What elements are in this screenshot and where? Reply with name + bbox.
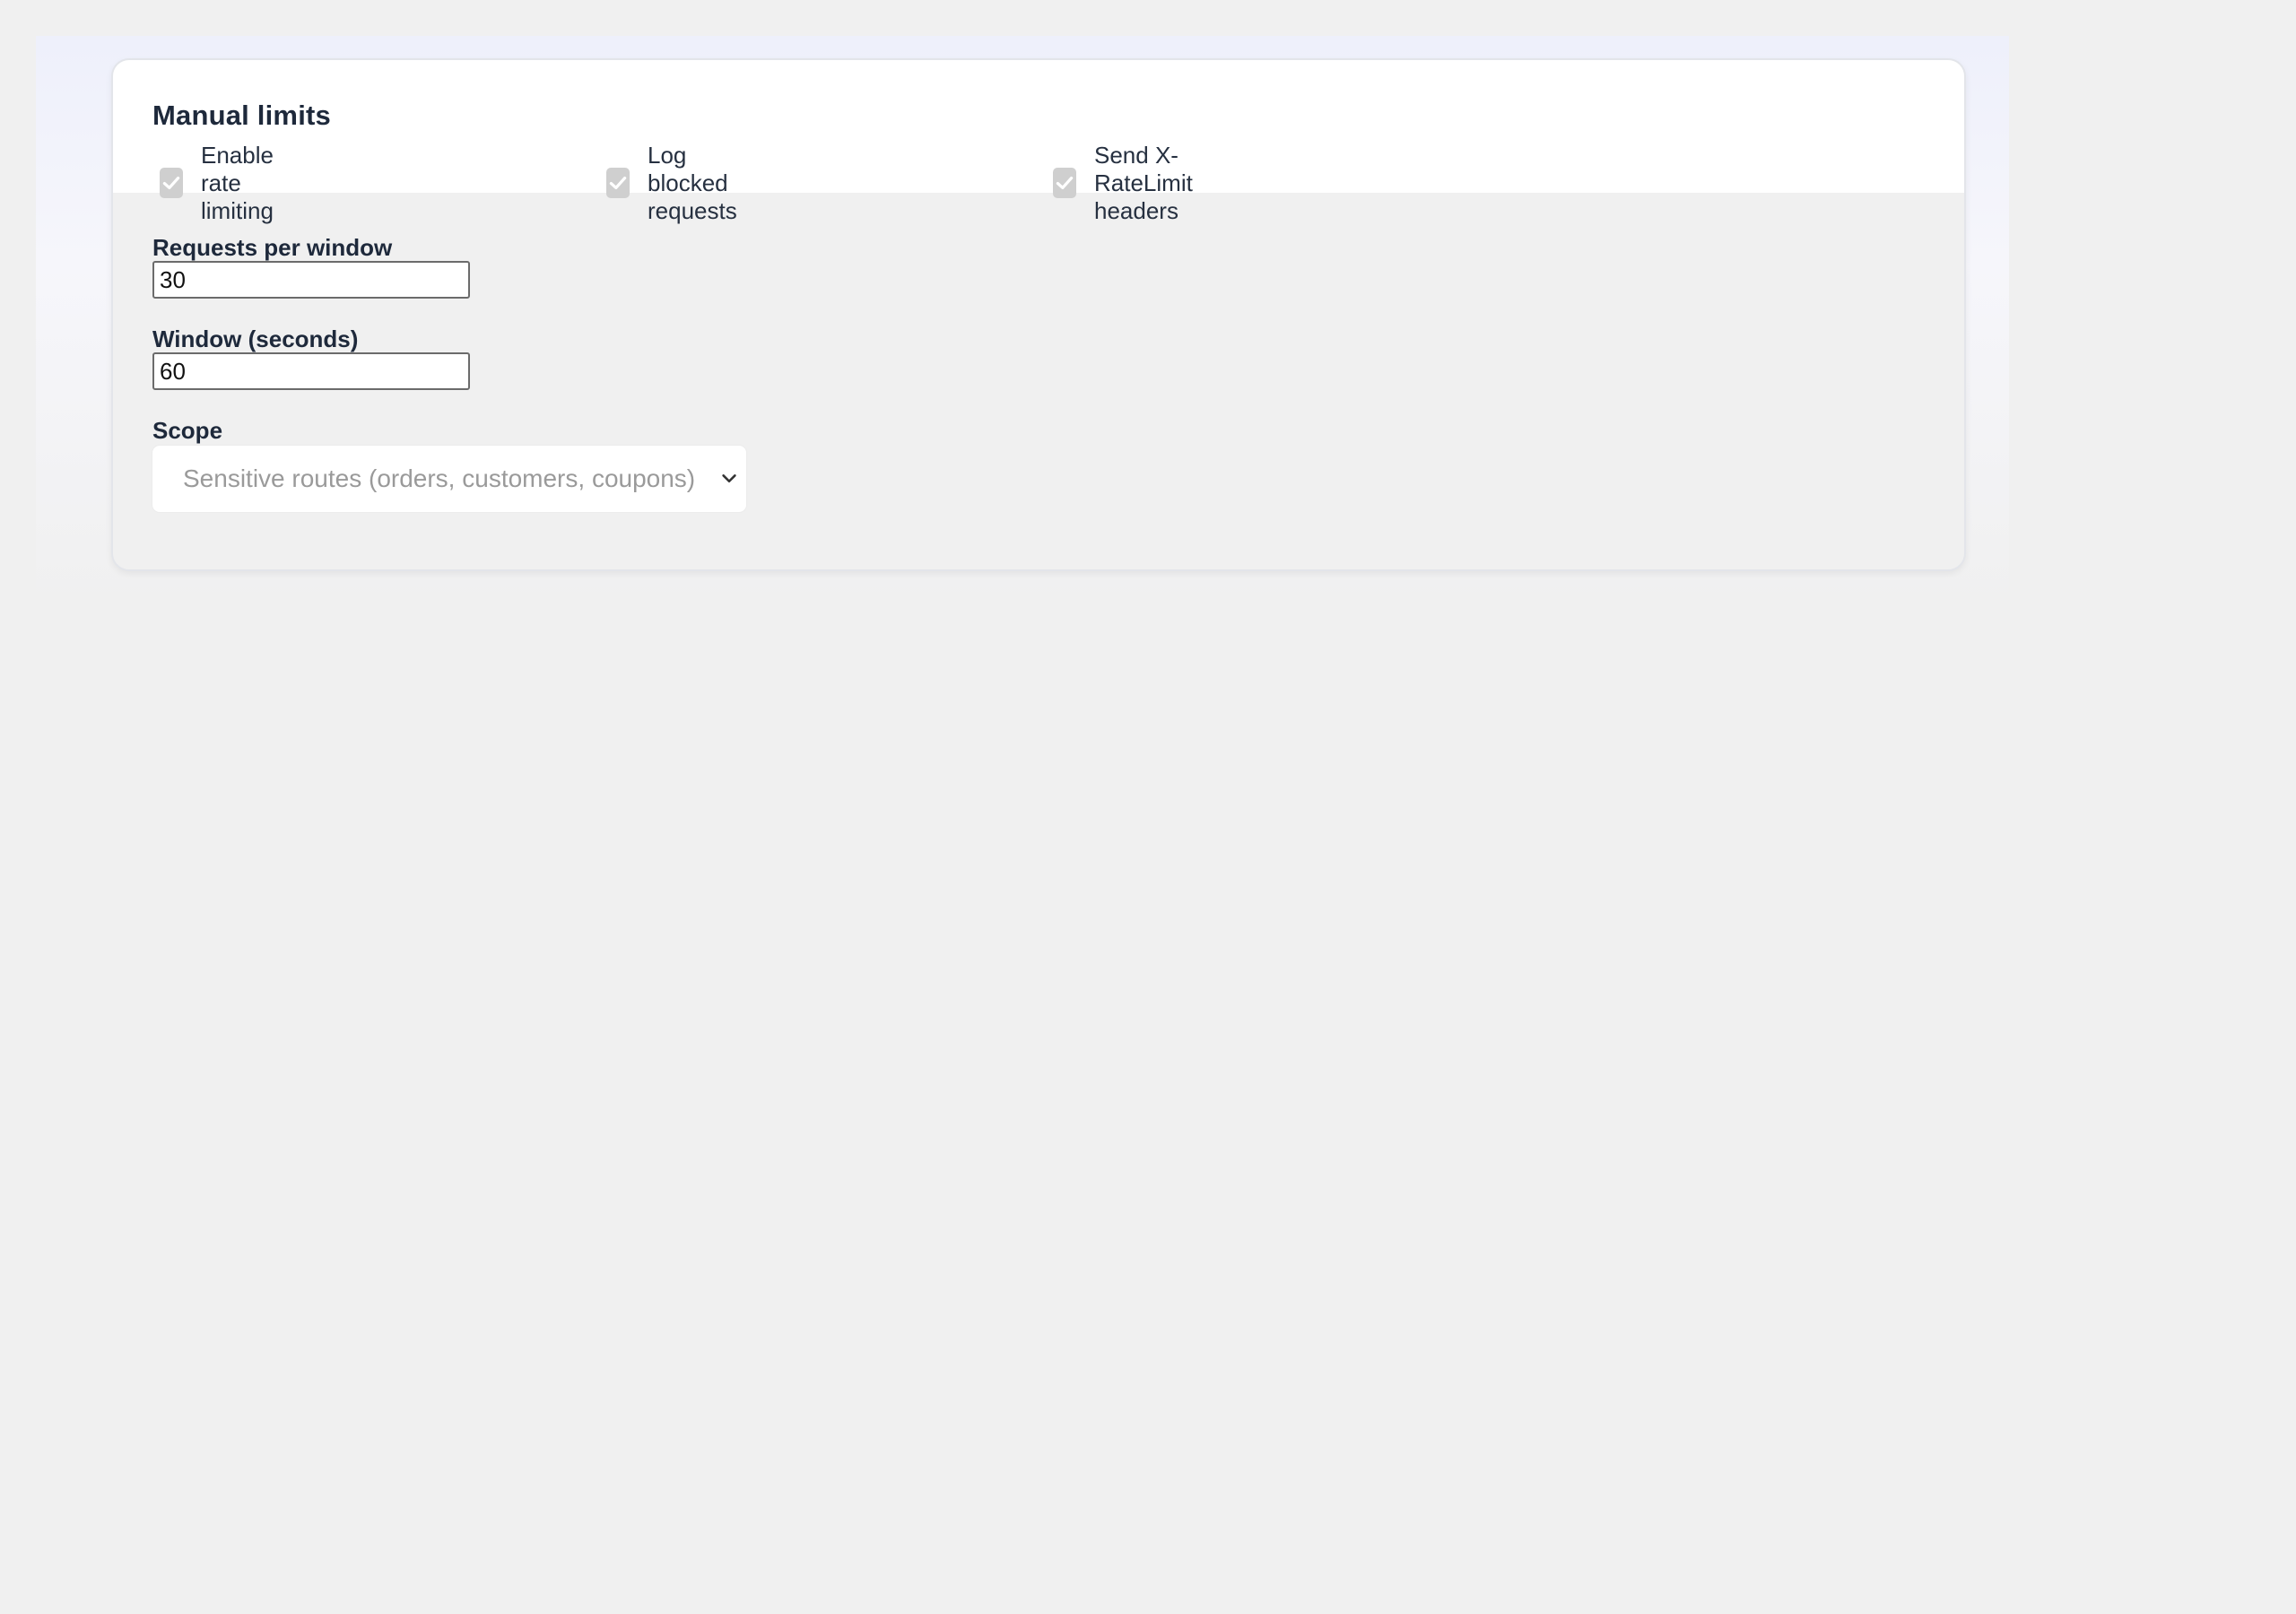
window-seconds-label: Window (seconds): [152, 325, 359, 352]
enable-rate-limiting-checkbox[interactable]: Enable rate limiting: [160, 142, 281, 224]
check-icon[interactable]: [160, 168, 183, 198]
send-ratelimit-headers-checkbox[interactable]: Send X-RateLimit headers: [1053, 142, 1200, 224]
scope-select[interactable]: Sensitive routes (orders, customers, cou…: [152, 446, 746, 512]
manual-limits-card: Manual limits Enable rate limiting Log b…: [111, 58, 1966, 571]
section-title: Manual limits: [152, 100, 331, 131]
log-blocked-requests-checkbox[interactable]: Log blocked requests: [606, 142, 744, 224]
checkbox-label: Enable rate limiting: [201, 141, 274, 224]
check-icon[interactable]: [1053, 168, 1076, 198]
chevron-down-icon: [722, 474, 736, 483]
requests-per-window-input[interactable]: [152, 261, 470, 299]
checkbox-label: Send X-RateLimit headers: [1094, 141, 1193, 224]
scope-selected-value: Sensitive routes (orders, customers, cou…: [183, 464, 696, 492]
scope-label: Scope: [152, 417, 223, 444]
check-icon[interactable]: [606, 168, 630, 198]
card-header: [113, 60, 1964, 193]
window-seconds-input[interactable]: [152, 352, 470, 390]
checkbox-label: Log blocked requests: [648, 141, 737, 224]
requests-per-window-label: Requests per window: [152, 234, 393, 261]
